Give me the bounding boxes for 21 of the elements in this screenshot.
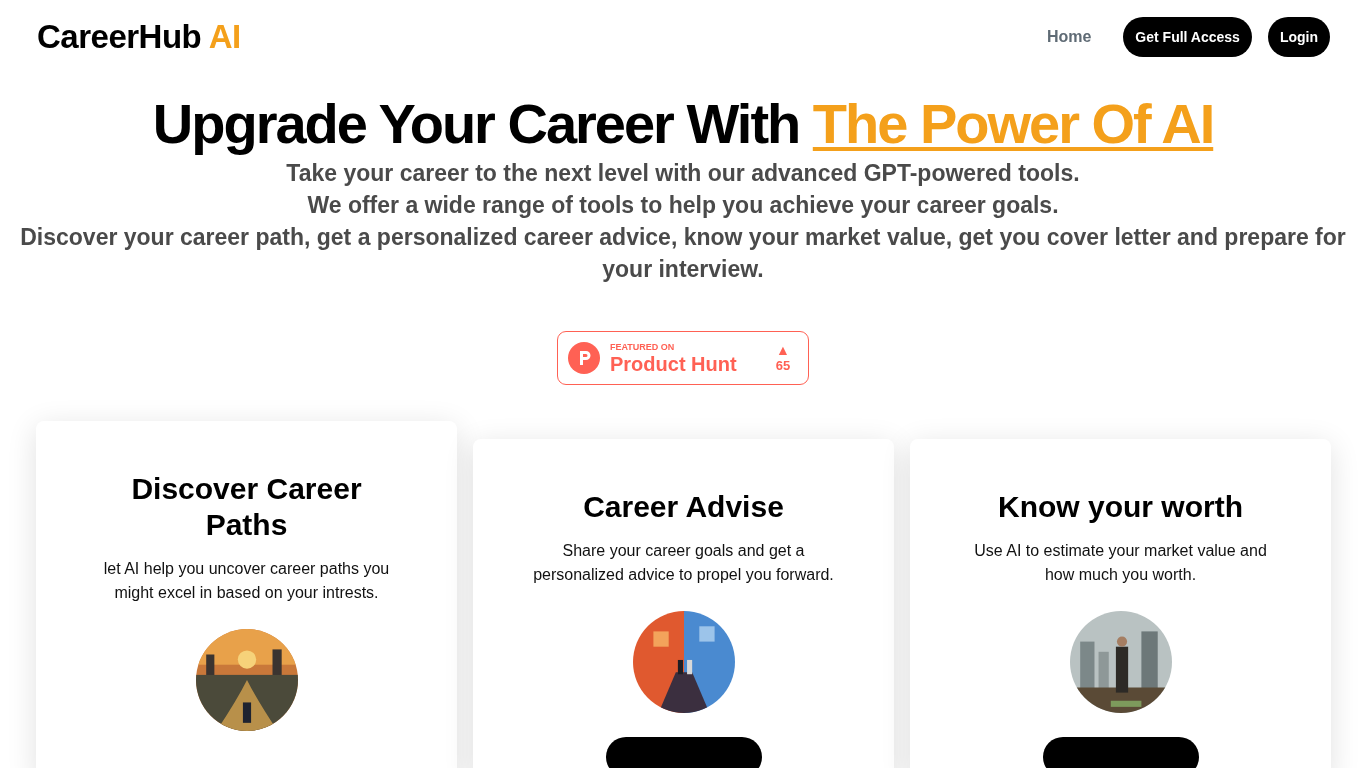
card-title: Discover Career Paths — [130, 471, 363, 544]
badge-title: Product Hunt — [610, 352, 738, 375]
card-button[interactable] — [1042, 737, 1199, 768]
hero-text: Discover your career path, get a personalized career advice, know your market value, get you cover letter and prepare for your interview. — [19, 223, 1347, 285]
badge-caption: FEATURED ON — [610, 341, 676, 353]
card-button[interactable] — [605, 737, 762, 768]
vote-count: 65 — [775, 358, 791, 375]
nav-button[interactable]: Get Full Access — [1123, 17, 1252, 57]
card-text: Use AI to estimate your market value and how much you worth. — [973, 541, 1268, 586]
logo[interactable]: CareerHub AI — [37, 18, 241, 56]
nav-button[interactable]: Login — [1267, 17, 1330, 57]
card-title: Know your worth — [998, 489, 1243, 526]
hero-text: Take your career to the next level with our advanced GPT-powered tools. — [285, 159, 1081, 189]
nav-link[interactable]: Home — [1046, 28, 1092, 46]
p-logo-icon — [568, 342, 600, 375]
card-text: let AI help you uncover career paths you might excel in based on your intrests. — [102, 559, 391, 604]
hero-text: We offer a wide range of tools to help you achieve your career goals. — [306, 191, 1060, 221]
card-text: Share your career goals and get a personalized advice to propel you forward. — [533, 541, 834, 586]
upvote-arrow: ▲ — [776, 342, 790, 359]
hero-title: Upgrade Your Career With The Power Of AI — [151, 91, 1215, 157]
card-title: Career Advise — [583, 489, 784, 526]
